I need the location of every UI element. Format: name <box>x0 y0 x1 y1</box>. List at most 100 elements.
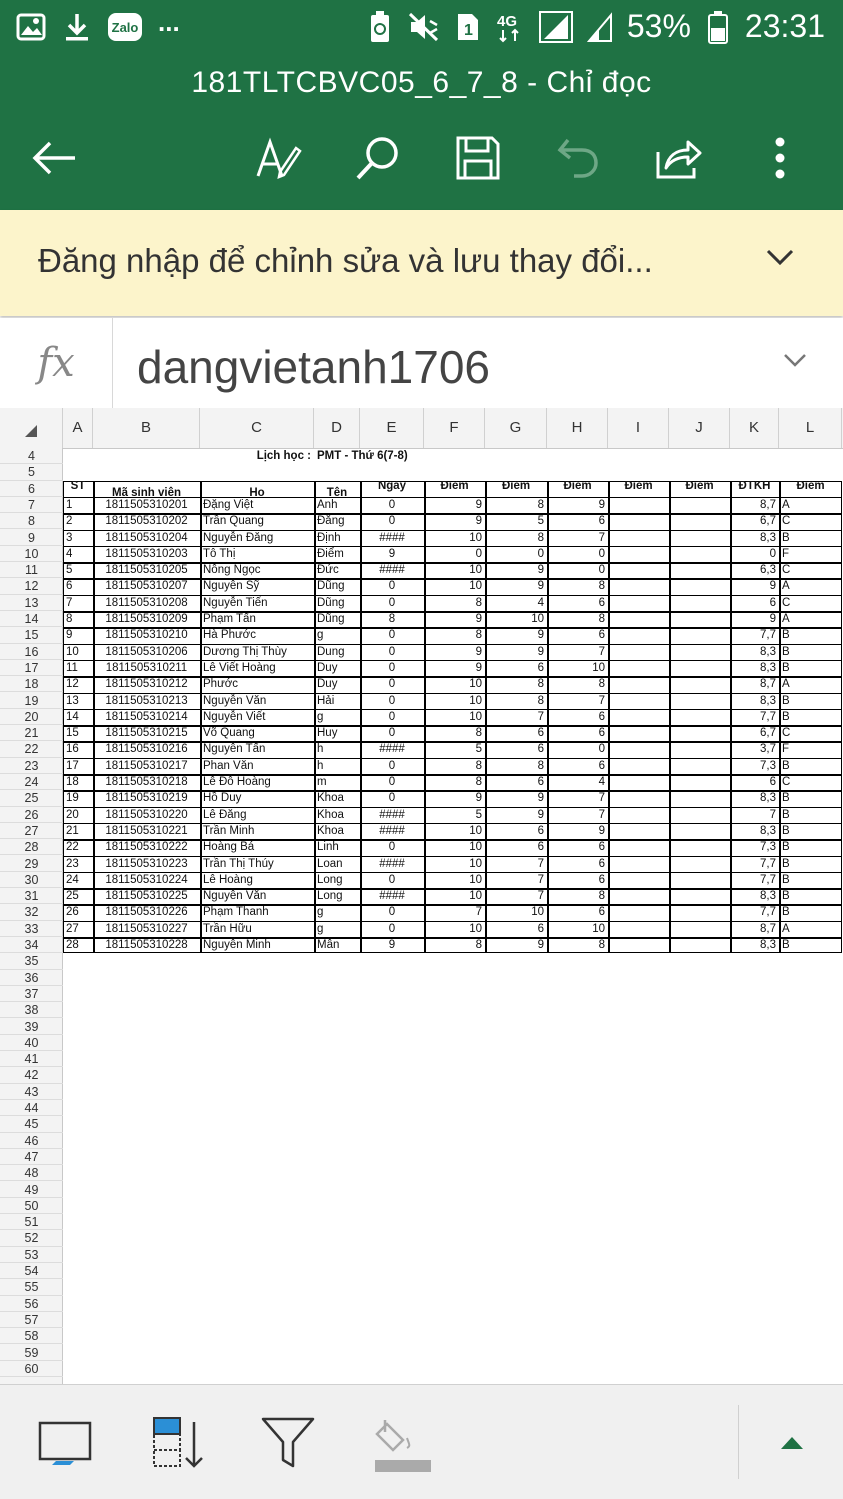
row-header-7[interactable]: 7 <box>0 497 63 514</box>
table-cell[interactable]: 1 <box>63 497 93 513</box>
table-cell[interactable] <box>669 921 730 937</box>
row-header-59[interactable]: 59 <box>0 1345 63 1361</box>
table-cell[interactable]: B <box>779 888 842 904</box>
row-header-4[interactable]: 4 <box>0 448 63 465</box>
table-cell[interactable]: B <box>779 807 842 823</box>
table-cell[interactable]: 27 <box>63 921 93 937</box>
schedule-value[interactable]: PMT - Thứ 6(7-8) <box>314 448 514 464</box>
table-cell[interactable]: Nguyễn Văn <box>200 693 314 709</box>
chevron-down-icon[interactable] <box>765 248 795 271</box>
table-cell[interactable] <box>669 937 730 953</box>
table-cell[interactable] <box>608 921 669 937</box>
table-cell[interactable]: 6 <box>547 904 608 920</box>
row-header-53[interactable]: 53 <box>0 1247 63 1263</box>
table-cell[interactable]: 6 <box>547 595 608 611</box>
table-cell[interactable] <box>669 888 730 904</box>
table-cell[interactable]: 0 <box>360 497 424 513</box>
table-cell[interactable]: 9 <box>547 497 608 513</box>
table-cell[interactable] <box>608 546 669 562</box>
table-cell[interactable]: 8 <box>424 937 485 953</box>
table-cell[interactable]: 0 <box>547 741 608 757</box>
table-header-cell[interactable]: Mã sinh viên <box>93 481 200 497</box>
table-cell[interactable]: 1811505310216 <box>93 741 200 757</box>
table-cell[interactable] <box>669 872 730 888</box>
row-header-41[interactable]: 41 <box>0 1051 63 1068</box>
table-cell[interactable]: 6 <box>547 839 608 855</box>
table-cell[interactable]: 1811505310201 <box>93 497 200 513</box>
table-cell[interactable]: 7,7 <box>730 709 779 725</box>
table-cell[interactable] <box>669 709 730 725</box>
table-cell[interactable]: 7,7 <box>730 872 779 888</box>
table-cell[interactable]: 14 <box>63 709 93 725</box>
table-cell[interactable]: 10 <box>424 578 485 594</box>
table-cell[interactable]: Nguyễn Viết <box>200 709 314 725</box>
table-cell[interactable]: Trần Minh <box>200 823 314 839</box>
table-cell[interactable]: Long <box>314 888 360 904</box>
table-cell[interactable]: 8,3 <box>730 823 779 839</box>
row-header-52[interactable]: 52 <box>0 1230 63 1247</box>
table-cell[interactable] <box>608 676 669 692</box>
table-cell[interactable]: 8,3 <box>730 790 779 806</box>
table-cell[interactable]: Nguyễn Đăng <box>200 530 314 546</box>
table-cell[interactable]: 8 <box>547 578 608 594</box>
row-header-44[interactable]: 44 <box>0 1100 63 1117</box>
table-cell[interactable]: Phạm Thanh <box>200 904 314 920</box>
row-header-25[interactable]: 25 <box>0 790 63 807</box>
table-cell[interactable]: 6 <box>730 595 779 611</box>
table-cell[interactable]: 7,7 <box>730 904 779 920</box>
table-cell[interactable] <box>669 660 730 676</box>
table-cell[interactable]: 1811505310210 <box>93 627 200 643</box>
back-button[interactable] <box>24 128 84 188</box>
table-cell[interactable]: Trần Thị Thúy <box>200 856 314 872</box>
fill-color-button[interactable] <box>372 1413 432 1473</box>
table-cell[interactable]: Định <box>314 530 360 546</box>
table-cell[interactable]: g <box>314 627 360 643</box>
table-cell[interactable]: 6,3 <box>730 562 779 578</box>
table-cell[interactable]: 0 <box>360 676 424 692</box>
row-header-18[interactable]: 18 <box>0 676 63 693</box>
table-cell[interactable]: Nguyễn Tấn <box>200 741 314 757</box>
table-header-cell[interactable]: Ngày <box>360 481 424 497</box>
table-cell[interactable]: C <box>779 774 842 790</box>
table-cell[interactable] <box>669 904 730 920</box>
table-cell[interactable]: Nông Ngọc <box>200 562 314 578</box>
table-cell[interactable] <box>608 693 669 709</box>
undo-button[interactable] <box>548 128 608 188</box>
table-cell[interactable]: 8 <box>485 530 547 546</box>
row-header-48[interactable]: 48 <box>0 1165 63 1182</box>
table-cell[interactable] <box>669 790 730 806</box>
table-cell[interactable]: 7 <box>485 888 547 904</box>
table-cell[interactable]: 6 <box>547 627 608 643</box>
table-cell[interactable] <box>608 790 669 806</box>
table-cell[interactable]: 8 <box>547 937 608 953</box>
table-cell[interactable]: 10 <box>485 904 547 920</box>
table-cell[interactable]: 0 <box>360 921 424 937</box>
table-cell[interactable]: 10 <box>424 872 485 888</box>
row-header-30[interactable]: 30 <box>0 872 63 889</box>
table-cell[interactable]: 12 <box>63 676 93 692</box>
table-cell[interactable] <box>608 497 669 513</box>
table-cell[interactable]: 1811505310220 <box>93 807 200 823</box>
table-cell[interactable]: Huy <box>314 725 360 741</box>
table-header-cell[interactable]: ĐTKH <box>730 481 779 497</box>
table-cell[interactable] <box>669 725 730 741</box>
sort-button[interactable] <box>150 1413 210 1473</box>
table-cell[interactable]: 9 <box>485 807 547 823</box>
table-cell[interactable]: 10 <box>424 676 485 692</box>
table-cell[interactable]: 8,3 <box>730 644 779 660</box>
table-cell[interactable]: 17 <box>63 758 93 774</box>
table-cell[interactable]: B <box>779 790 842 806</box>
table-cell[interactable]: 13 <box>63 693 93 709</box>
table-cell[interactable]: B <box>779 872 842 888</box>
table-cell[interactable] <box>608 644 669 660</box>
table-cell[interactable]: 7 <box>63 595 93 611</box>
table-cell[interactable] <box>669 774 730 790</box>
table-cell[interactable]: 0 <box>360 709 424 725</box>
row-header-21[interactable]: 21 <box>0 725 63 742</box>
table-cell[interactable]: 7 <box>485 856 547 872</box>
column-header-e[interactable]: E <box>360 408 424 448</box>
table-cell[interactable]: 0 <box>360 578 424 594</box>
table-cell[interactable]: 9 <box>485 644 547 660</box>
table-cell[interactable]: Lê Đỗ Hoàng <box>200 774 314 790</box>
filter-button[interactable] <box>258 1413 318 1473</box>
